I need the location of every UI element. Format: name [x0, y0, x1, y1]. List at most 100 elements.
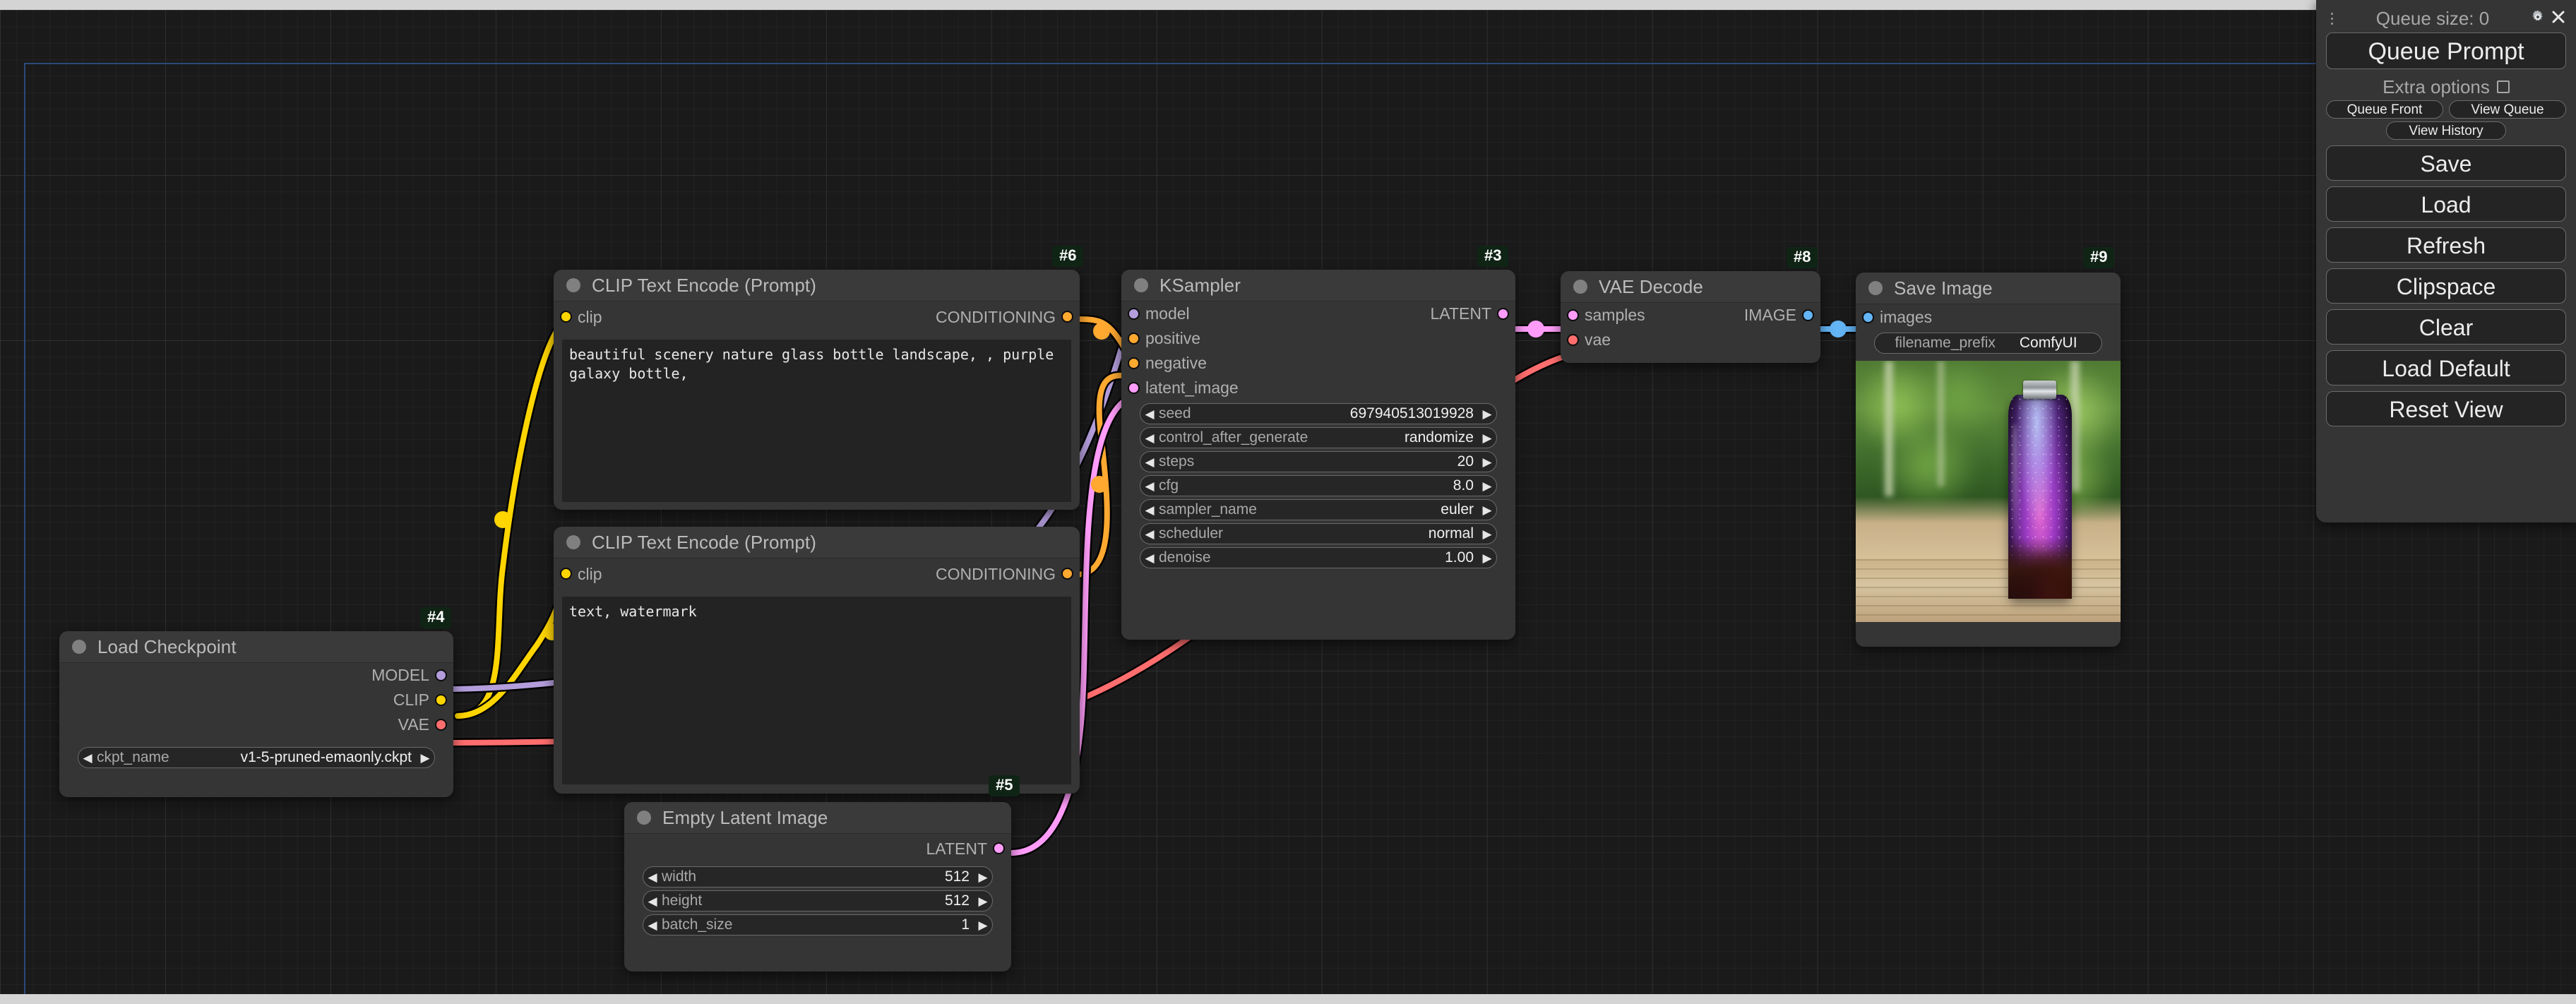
node-header[interactable]: VAE Decode: [1561, 271, 1820, 303]
port-images-input[interactable]: [1862, 311, 1874, 323]
output-slot-clip[interactable]: CLIP: [59, 688, 453, 712]
port-clip[interactable]: [435, 694, 447, 706]
increment-arrow-icon[interactable]: ▶: [974, 919, 992, 931]
menu-panel[interactable]: Queue size: 0 Queue Prompt Extra options: [2316, 0, 2576, 522]
port-clip-input[interactable]: [560, 311, 572, 323]
port-clip-input[interactable]: [560, 568, 572, 580]
decrement-arrow-icon[interactable]: ◀: [1140, 528, 1159, 540]
input-slot-positive[interactable]: positive: [1121, 326, 1515, 351]
drag-handle-icon[interactable]: [2326, 12, 2337, 25]
collapse-dot-icon[interactable]: [1868, 281, 1883, 295]
widget-ckpt-name[interactable]: ◀ ckpt_name v1-5-pruned-emaonly.ckpt ▶: [78, 747, 435, 768]
widget-scheduler[interactable]: ◀ scheduler normal ▶: [1140, 523, 1497, 544]
widget-batch-size[interactable]: ◀ batch_size 1 ▶: [643, 914, 993, 936]
collapse-dot-icon[interactable]: [566, 278, 580, 292]
port-positive-input[interactable]: [1128, 333, 1140, 345]
decrement-arrow-icon[interactable]: ◀: [1140, 480, 1159, 492]
node-header[interactable]: Save Image: [1856, 273, 2121, 304]
widget-denoise[interactable]: ◀ denoise 1.00 ▶: [1140, 547, 1497, 568]
view-queue-button[interactable]: View Queue: [2449, 100, 2566, 119]
node-save-image[interactable]: Save Image images filename_prefix ComfyU…: [1856, 273, 2121, 647]
node-ksampler[interactable]: KSampler model LATENT positive negative: [1121, 270, 1515, 640]
close-icon[interactable]: [2551, 9, 2566, 28]
port-conditioning-output[interactable]: [1061, 311, 1073, 323]
increment-arrow-icon[interactable]: ▶: [1478, 432, 1496, 444]
increment-arrow-icon[interactable]: ▶: [974, 871, 992, 883]
decrement-arrow-icon[interactable]: ◀: [1140, 408, 1159, 420]
menu-header[interactable]: Queue size: 0: [2326, 0, 2566, 32]
prompt-textarea[interactable]: beautiful scenery nature glass bottle la…: [562, 340, 1071, 502]
node-header[interactable]: Load Checkpoint: [59, 631, 453, 663]
widget-height[interactable]: ◀ height 512 ▶: [643, 890, 993, 912]
collapse-dot-icon[interactable]: [566, 535, 580, 549]
port-model-input[interactable]: [1128, 308, 1140, 320]
increment-arrow-icon[interactable]: ▶: [1478, 504, 1496, 516]
clipspace-button[interactable]: Clipspace: [2326, 268, 2566, 304]
reset-view-button[interactable]: Reset View: [2326, 391, 2566, 426]
gear-icon[interactable]: [2529, 8, 2546, 29]
input-slot-vae[interactable]: vae: [1561, 328, 1820, 352]
node-load-checkpoint[interactable]: Load Checkpoint MODEL CLIP VAE ◀ ckpt_na: [59, 631, 453, 797]
extra-options-row[interactable]: Extra options: [2326, 75, 2566, 99]
port-latent-image-input[interactable]: [1128, 382, 1140, 394]
decrement-arrow-icon[interactable]: ◀: [1140, 432, 1159, 444]
node-clip-text-encode-positive[interactable]: CLIP Text Encode (Prompt) clip CONDITION…: [554, 270, 1080, 510]
increment-arrow-icon[interactable]: ▶: [1478, 480, 1496, 492]
output-slot-vae[interactable]: VAE: [59, 712, 453, 737]
port-samples-input[interactable]: [1567, 309, 1579, 321]
port-image-output[interactable]: [1802, 309, 1814, 321]
increment-arrow-icon[interactable]: ▶: [1478, 552, 1496, 564]
graph-canvas[interactable]: Load Checkpoint MODEL CLIP VAE ◀ ckpt_na: [0, 10, 2576, 994]
prompt-textarea[interactable]: text, watermark: [562, 597, 1071, 784]
input-slot-latent-image[interactable]: latent_image: [1121, 376, 1515, 400]
node-header[interactable]: CLIP Text Encode (Prompt): [554, 527, 1080, 558]
widget-control-after-generate[interactable]: ◀ control_after_generate randomize ▶: [1140, 427, 1497, 448]
collapse-dot-icon[interactable]: [1134, 278, 1148, 292]
port-latent-output[interactable]: [1497, 308, 1509, 320]
decrement-arrow-icon[interactable]: ◀: [1140, 552, 1159, 564]
clear-button[interactable]: Clear: [2326, 309, 2566, 345]
input-slot-images[interactable]: images: [1856, 304, 2121, 330]
node-vae-decode[interactable]: VAE Decode samples IMAGE vae: [1561, 271, 1820, 363]
widget-steps[interactable]: ◀ steps 20 ▶: [1140, 451, 1497, 472]
node-header[interactable]: Empty Latent Image: [624, 802, 1011, 834]
extra-options-checkbox[interactable]: [2496, 80, 2510, 93]
widget-sampler-name[interactable]: ◀ sampler_name euler ▶: [1140, 499, 1497, 520]
port-vae[interactable]: [435, 719, 447, 731]
collapse-dot-icon[interactable]: [72, 640, 86, 654]
decrement-arrow-icon[interactable]: ◀: [643, 919, 662, 931]
widget-width[interactable]: ◀ width 512 ▶: [643, 866, 993, 888]
increment-arrow-icon[interactable]: ▶: [974, 895, 992, 907]
view-history-button[interactable]: View History: [2386, 121, 2506, 140]
decrement-arrow-icon[interactable]: ◀: [1140, 456, 1159, 468]
widget-filename-prefix[interactable]: filename_prefix ComfyUI: [1874, 333, 2102, 354]
decrement-arrow-icon[interactable]: ◀: [643, 895, 662, 907]
decrement-arrow-icon[interactable]: ◀: [1140, 504, 1159, 516]
increment-arrow-icon[interactable]: ▶: [1478, 408, 1496, 420]
increment-arrow-icon[interactable]: ▶: [416, 752, 434, 764]
decrement-arrow-icon[interactable]: ◀: [78, 752, 97, 764]
port-model[interactable]: [435, 669, 447, 681]
node-clip-text-encode-negative[interactable]: CLIP Text Encode (Prompt) clip CONDITION…: [554, 527, 1080, 794]
queue-prompt-button[interactable]: Queue Prompt: [2326, 32, 2566, 69]
widget-cfg[interactable]: ◀ cfg 8.0 ▶: [1140, 475, 1497, 496]
load-button[interactable]: Load: [2326, 186, 2566, 222]
widget-seed[interactable]: ◀ seed 697940513019928 ▶: [1140, 403, 1497, 424]
load-default-button[interactable]: Load Default: [2326, 350, 2566, 386]
port-vae-input[interactable]: [1567, 334, 1579, 346]
increment-arrow-icon[interactable]: ▶: [1478, 528, 1496, 540]
image-preview[interactable]: [1856, 361, 2121, 622]
port-negative-input[interactable]: [1128, 357, 1140, 369]
node-header[interactable]: CLIP Text Encode (Prompt): [554, 270, 1080, 301]
output-slot-model[interactable]: MODEL: [59, 663, 453, 688]
input-slot-negative[interactable]: negative: [1121, 351, 1515, 376]
port-latent-output[interactable]: [993, 842, 1005, 854]
decrement-arrow-icon[interactable]: ◀: [643, 871, 662, 883]
save-button[interactable]: Save: [2326, 145, 2566, 181]
node-header[interactable]: KSampler: [1121, 270, 1515, 301]
queue-front-button[interactable]: Queue Front: [2326, 100, 2443, 119]
output-slot-latent[interactable]: LATENT: [624, 834, 1011, 863]
node-empty-latent-image[interactable]: Empty Latent Image LATENT ◀ width 512 ▶ …: [624, 802, 1011, 972]
increment-arrow-icon[interactable]: ▶: [1478, 456, 1496, 468]
port-conditioning-output[interactable]: [1061, 568, 1073, 580]
